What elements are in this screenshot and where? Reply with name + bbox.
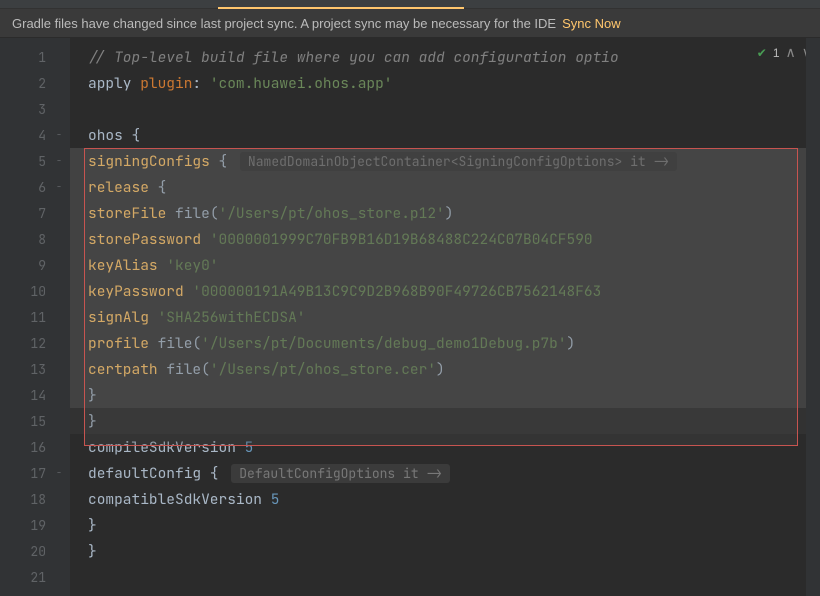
fold-toggle-icon[interactable]: − <box>54 156 64 166</box>
code-line: ohos { <box>70 122 820 148</box>
line-number: 6− <box>0 174 70 200</box>
code-line: keyAlias 'key0' <box>70 252 820 278</box>
sync-now-link[interactable]: Sync Now <box>562 16 621 31</box>
closure-hint: NamedDomainObjectContainer<SigningConfig… <box>240 152 677 171</box>
code-line: // Top-level build file where you can ad… <box>70 44 820 70</box>
line-number: 12 <box>0 330 70 356</box>
notification-message: Gradle files have changed since last pro… <box>12 16 556 31</box>
line-number: 17− <box>0 460 70 486</box>
tab-bar <box>0 0 820 9</box>
code-line: apply plugin: 'com.huawei.ohos.app' <box>70 70 820 96</box>
line-number: 10 <box>0 278 70 304</box>
code-line: signAlg 'SHA256withECDSA' <box>70 304 820 330</box>
checkmark-icon: ✔ <box>757 46 767 60</box>
line-number: 2 <box>0 70 70 96</box>
line-number: 11 <box>0 304 70 330</box>
code-line: profile file('/Users/pt/Documents/debug_… <box>70 330 820 356</box>
code-line: defaultConfig { DefaultConfigOptions it … <box>70 460 820 486</box>
code-line: } <box>70 512 820 538</box>
line-number: 9 <box>0 252 70 278</box>
line-number: 15 <box>0 408 70 434</box>
line-number: 19 <box>0 512 70 538</box>
fold-toggle-icon[interactable]: − <box>54 130 64 140</box>
fold-toggle-icon[interactable]: − <box>54 468 64 478</box>
line-number: 4− <box>0 122 70 148</box>
line-number-gutter: 1 2 3 4− 5− 6− 7 8 9 10 11 12 13 14 15 1… <box>0 38 70 596</box>
line-number: 1 <box>0 44 70 70</box>
code-line: certpath file('/Users/pt/ohos_store.cer'… <box>70 356 820 382</box>
notification-bar: Gradle files have changed since last pro… <box>0 9 820 38</box>
code-line: compatibleSdkVersion 5 <box>70 486 820 512</box>
code-content[interactable]: ✔ 1 ∧ ∨ // Top-level build file where yo… <box>70 38 820 596</box>
code-editor[interactable]: 1 2 3 4− 5− 6− 7 8 9 10 11 12 13 14 15 1… <box>0 38 820 596</box>
code-line <box>70 96 820 122</box>
code-line: } <box>70 382 820 408</box>
editor-scrollbar[interactable] <box>806 38 820 596</box>
line-number: 7 <box>0 200 70 226</box>
issue-count: 1 <box>773 46 780 60</box>
line-number: 21 <box>0 564 70 590</box>
closure-hint: DefaultConfigOptions it -> <box>231 464 450 483</box>
code-line: signingConfigs { NamedDomainObjectContai… <box>70 148 820 174</box>
code-line: storePassword '0000001999C70FB9B16D19B68… <box>70 226 820 252</box>
line-number: 3 <box>0 96 70 122</box>
code-line <box>70 564 820 590</box>
code-line: release { <box>70 174 820 200</box>
code-line: compileSdkVersion 5 <box>70 434 820 460</box>
code-line: } <box>70 408 820 434</box>
line-number: 20 <box>0 538 70 564</box>
line-number: 8 <box>0 226 70 252</box>
inspection-widget[interactable]: ✔ 1 ∧ ∨ <box>757 44 812 61</box>
line-number: 18 <box>0 486 70 512</box>
line-number: 13 <box>0 356 70 382</box>
fold-toggle-icon[interactable]: − <box>54 182 64 192</box>
line-number: 16 <box>0 434 70 460</box>
line-number: 5− <box>0 148 70 174</box>
code-line: } <box>70 538 820 564</box>
prev-issue-icon[interactable]: ∧ <box>786 44 796 61</box>
line-number: 14 <box>0 382 70 408</box>
code-line: storeFile file('/Users/pt/ohos_store.p12… <box>70 200 820 226</box>
code-line: keyPassword '000000191A49B13C9C9D2B968B9… <box>70 278 820 304</box>
